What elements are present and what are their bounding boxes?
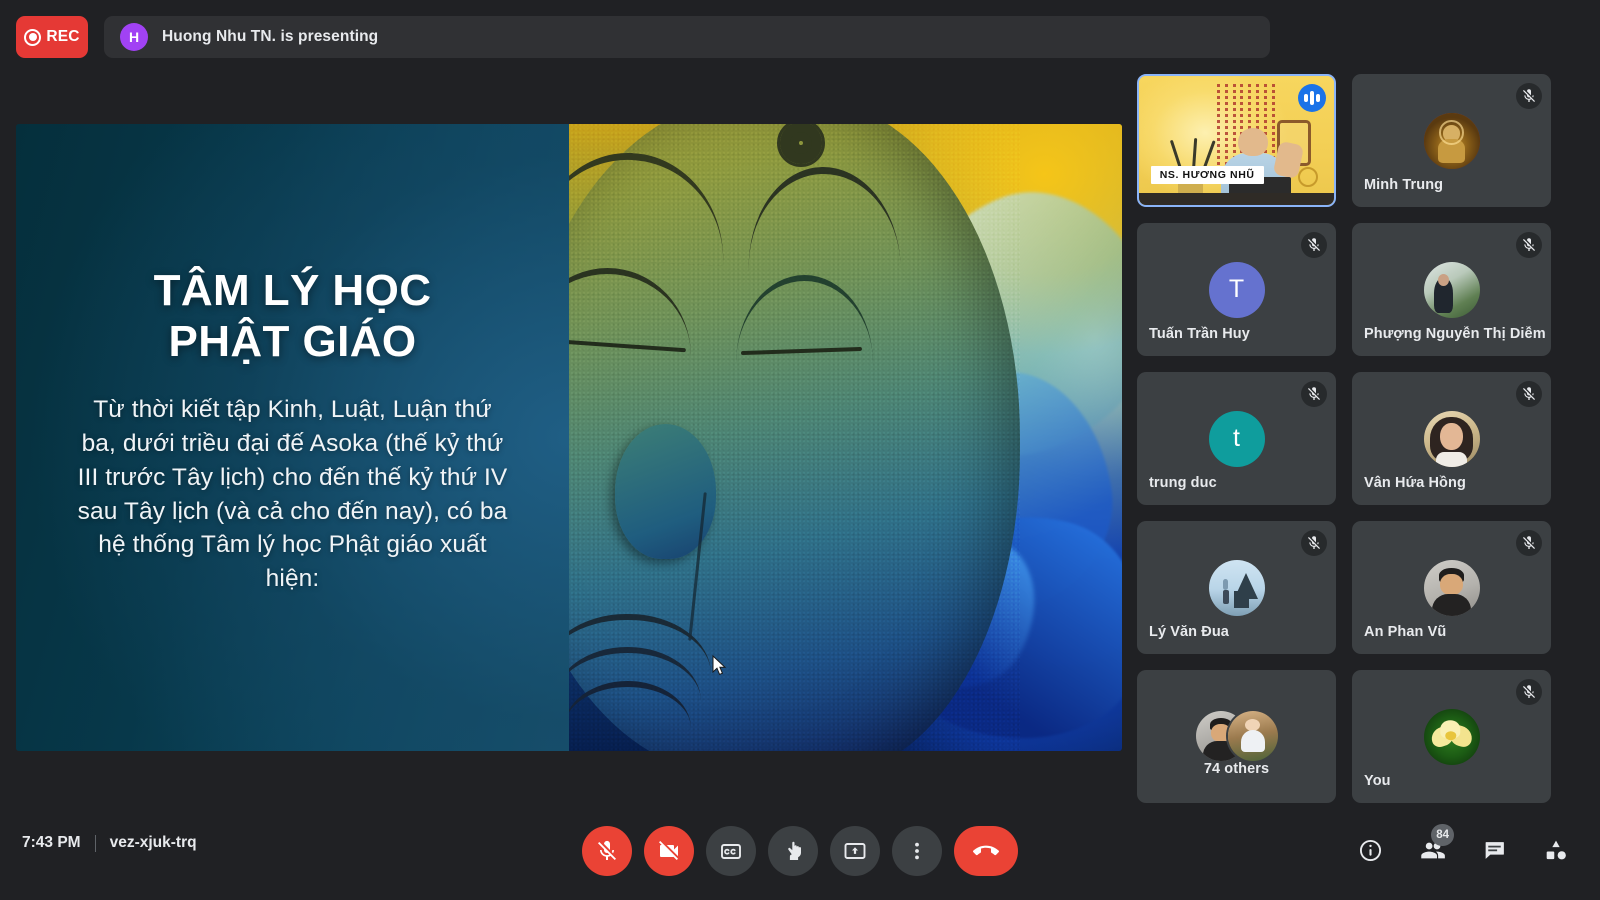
divider <box>95 835 96 852</box>
raised-hand-icon <box>781 839 805 863</box>
camera-off-button[interactable] <box>644 826 694 876</box>
buddha-statue-image <box>569 124 1089 751</box>
participant-name: An Phan Vũ <box>1364 624 1446 640</box>
top-bar: REC H Huong Nhu TN. is presenting <box>0 0 1600 74</box>
avatar-initial: T <box>1209 262 1265 318</box>
more-vertical-icon <box>905 839 929 863</box>
participant-tile-self[interactable]: You <box>1352 670 1551 803</box>
recording-label: REC <box>46 28 79 46</box>
slide-title-line-1: TÂM LÝ HỌC <box>154 265 432 316</box>
participant-tile[interactable]: An Phan Vũ <box>1352 521 1551 654</box>
participant-tile[interactable]: T Tuấn Trần Huy <box>1137 223 1336 356</box>
participant-tile[interactable]: t trung duc <box>1137 372 1336 505</box>
participant-name: You <box>1364 773 1391 789</box>
seal-decor <box>1298 167 1318 187</box>
buddha-face <box>569 124 1020 751</box>
camera-off-icon <box>657 839 681 863</box>
call-controls <box>582 826 1018 876</box>
bottom-bar: 7:43 PM vez-xjuk-trq <box>0 804 1600 900</box>
meeting-code-label[interactable]: vez-xjuk-trq <box>110 834 197 852</box>
participant-tile[interactable]: Minh Trung <box>1352 74 1551 207</box>
slide-body-text: Từ thời kiết tập Kinh, Luật, Luận thứ ba… <box>78 393 508 596</box>
participant-tile[interactable]: Lý Văn Đua <box>1137 521 1336 654</box>
mic-off-icon <box>1301 381 1327 407</box>
hangup-phone-icon <box>973 838 999 864</box>
participant-tile-overflow[interactable]: 74 others <box>1137 670 1336 803</box>
avatar <box>1424 709 1480 765</box>
meeting-meta: 7:43 PM vez-xjuk-trq <box>22 834 197 852</box>
avatar <box>1424 411 1480 467</box>
show-everyone-button[interactable]: 84 <box>1408 826 1456 874</box>
people-count-badge: 84 <box>1431 824 1454 846</box>
avatar <box>1209 560 1265 616</box>
avatar <box>1424 262 1480 318</box>
slide-title: TÂM LÝ HỌC PHẬT GIÁO <box>154 265 432 367</box>
participant-tile-presenter[interactable]: NS. HƯƠNG NHŨ <box>1137 74 1336 207</box>
participant-grid: NS. HƯƠNG NHŨ Minh Trung <box>1137 74 1584 804</box>
speaking-audio-icon <box>1298 84 1326 112</box>
participant-name: Phượng Nguyễn Thị Diễm <box>1364 326 1546 342</box>
more-options-button[interactable] <box>892 826 942 876</box>
chat-icon <box>1482 838 1507 863</box>
mic-off-icon <box>1516 232 1542 258</box>
participant-name: Lý Văn Đua <box>1149 624 1229 640</box>
participant-name: Vân Hứa Hồng <box>1364 475 1466 491</box>
activities-shapes-icon <box>1543 837 1569 863</box>
microphone-off-button[interactable] <box>582 826 632 876</box>
mic-off-icon <box>1301 530 1327 556</box>
leave-call-button[interactable] <box>954 826 1018 876</box>
mic-off-icon <box>1301 232 1327 258</box>
clock-label: 7:43 PM <box>22 834 81 852</box>
mic-off-icon <box>1516 530 1542 556</box>
activities-button[interactable] <box>1532 826 1580 874</box>
meeting-details-button[interactable] <box>1346 826 1394 874</box>
closed-captions-icon <box>719 839 743 863</box>
mic-off-icon <box>1516 679 1542 705</box>
avatar <box>1424 560 1480 616</box>
avatar <box>1424 113 1480 169</box>
participant-name: Minh Trung <box>1364 177 1443 193</box>
present-screen-icon <box>843 839 867 863</box>
participant-name: trung duc <box>1149 475 1217 491</box>
presenter-head <box>1238 128 1267 156</box>
captions-button[interactable] <box>706 826 756 876</box>
chat-button[interactable] <box>1470 826 1518 874</box>
raise-hand-button[interactable] <box>768 826 818 876</box>
slide-text-panel: TÂM LÝ HỌC PHẬT GIÁO Từ thời kiết tập Ki… <box>16 124 569 751</box>
slide-title-line-2: PHẬT GIÁO <box>154 316 432 367</box>
presenting-banner[interactable]: H Huong Nhu TN. is presenting <box>104 16 1270 58</box>
participant-tile[interactable]: Phượng Nguyễn Thị Diễm <box>1352 223 1551 356</box>
overflow-count-label: 74 others <box>1137 761 1336 777</box>
present-screen-button[interactable] <box>830 826 880 876</box>
participant-name: Tuấn Trần Huy <box>1149 326 1250 342</box>
record-dot-icon <box>24 29 41 46</box>
mic-off-icon <box>1516 83 1542 109</box>
right-controls: 84 <box>1346 826 1580 874</box>
presenting-label: Huong Nhu TN. is presenting <box>162 28 378 46</box>
mic-off-icon <box>1516 381 1542 407</box>
recording-indicator[interactable]: REC <box>16 16 88 58</box>
desk-decor <box>1139 193 1334 205</box>
avatar-initial: t <box>1209 411 1265 467</box>
presenter-name-overlay: NS. HƯƠNG NHŨ <box>1151 166 1264 184</box>
presenter-avatar: H <box>120 23 148 51</box>
info-icon <box>1358 838 1383 863</box>
google-meet-window: REC H Huong Nhu TN. is presenting TÂM LÝ… <box>0 0 1600 900</box>
avatar-stack <box>1196 711 1278 763</box>
slide: TÂM LÝ HỌC PHẬT GIÁO Từ thời kiết tập Ki… <box>16 124 1122 751</box>
participant-tile[interactable]: Vân Hứa Hồng <box>1352 372 1551 505</box>
slide-image-panel <box>569 124 1122 751</box>
presentation-stage[interactable]: TÂM LÝ HỌC PHẬT GIÁO Từ thời kiết tập Ki… <box>16 124 1122 751</box>
mic-off-icon <box>595 839 619 863</box>
